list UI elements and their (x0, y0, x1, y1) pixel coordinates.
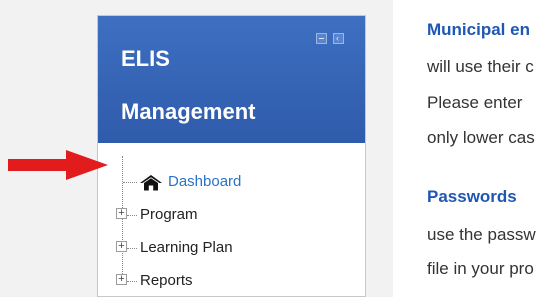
expand-plus-icon[interactable]: + (116, 274, 127, 285)
tree-item-learning-plan[interactable]: + Learning Plan (98, 237, 365, 259)
tree-item-label[interactable]: Program (140, 206, 198, 223)
elis-management-block: ELIS Management ‹ Dashboard + Program + … (97, 15, 366, 297)
expand-plus-icon[interactable]: + (116, 241, 127, 252)
minimize-icon[interactable] (316, 33, 327, 44)
content-text-line: use the passw (427, 225, 536, 244)
red-arrow-icon (8, 150, 108, 180)
dock-icon[interactable]: ‹ (333, 33, 344, 44)
page-content: Municipal en will use their c Please ent… (427, 0, 559, 297)
content-text-line: Please enter (427, 93, 523, 112)
tree-item-program[interactable]: + Program (98, 204, 365, 226)
tree-item-dashboard[interactable]: Dashboard (98, 171, 365, 193)
tree-item-label[interactable]: Learning Plan (140, 239, 233, 256)
tree-item-label[interactable]: Dashboard (168, 173, 241, 190)
home-icon (140, 175, 162, 191)
block-header: ELIS Management ‹ (98, 16, 365, 143)
content-heading-passwords: Passwords (427, 187, 517, 206)
content-text-line: file in your pro (427, 259, 534, 278)
content-text-line: only lower cas (427, 128, 535, 147)
content-heading-municipal: Municipal en (427, 20, 530, 39)
tree-item-label[interactable]: Reports (140, 272, 193, 289)
block-title-line1: ELIS (121, 46, 170, 71)
expand-plus-icon[interactable]: + (116, 208, 127, 219)
block-title-line2: Management (121, 99, 256, 124)
tree-item-reports[interactable]: + Reports (98, 270, 365, 292)
content-text-line: will use their c (427, 57, 534, 76)
